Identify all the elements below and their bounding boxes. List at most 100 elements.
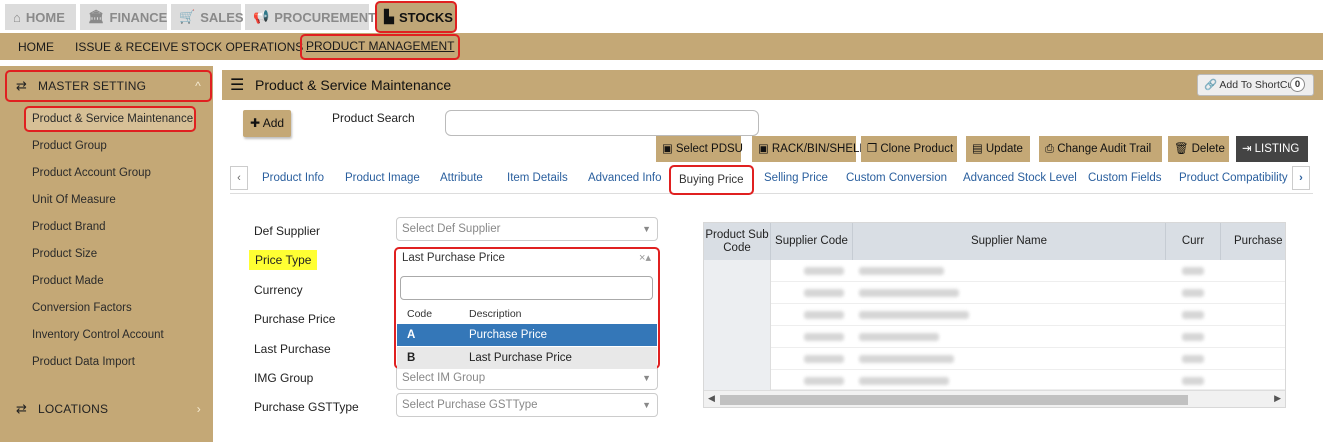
sidebar-item-inventory-control-account[interactable]: Inventory Control Account [25, 323, 195, 347]
tab-product-info[interactable]: Product Info [262, 172, 324, 184]
img-group-placeholder: Select IM Group [402, 372, 486, 384]
delete-button[interactable]: 🗑 Delete [1168, 136, 1229, 162]
box-icon: ▣ [758, 143, 769, 155]
def-supplier-select[interactable]: Select Def Supplier ▼ [396, 217, 658, 241]
table-row[interactable] [704, 370, 1285, 390]
col-product-sub-code[interactable]: Product Sub Code [704, 223, 771, 260]
tab-custom-conversion[interactable]: Custom Conversion [846, 172, 947, 184]
hamburger-icon[interactable]: ☰ [230, 75, 244, 95]
action-label: LISTING [1254, 143, 1300, 155]
purchase-gst-type-label: Purchase GSTType [254, 400, 359, 414]
grid-horizontal-scrollbar[interactable]: ◀ ▶ [704, 390, 1285, 407]
option-description: Last Purchase Price [469, 352, 572, 364]
chart-icon: ▙ [384, 9, 394, 24]
box-icon: ▣ [662, 143, 673, 155]
tab-attribute[interactable]: Attribute [440, 172, 483, 184]
sidebar-item-product-made[interactable]: Product Made [25, 269, 195, 293]
change-audit-trail-button[interactable]: ⎙ Change Audit Trail [1039, 136, 1162, 162]
module-tab-label: PROCUREMENT [274, 9, 377, 25]
sub-nav: HOME ISSUE & RECEIVE STOCK OPERATIONS PR… [0, 33, 1323, 60]
module-tab-stocks[interactable]: ▙ STOCKS [375, 1, 457, 33]
action-label: Clone Product [880, 143, 954, 155]
chevron-right-icon: › [196, 402, 201, 416]
swap-icon: ⇄ [16, 78, 28, 93]
sidebar-item-unit-of-measure[interactable]: Unit Of Measure [25, 188, 195, 212]
update-button[interactable]: ▤ Update [966, 136, 1030, 162]
subnav-home[interactable]: HOME [14, 36, 58, 58]
sidebar-item-product-group[interactable]: Product Group [25, 134, 195, 158]
module-tab-procurement[interactable]: 📢 PROCUREMENT [245, 4, 376, 30]
tab-product-compatibility[interactable]: Product Compatibility [1179, 172, 1288, 184]
tab-scroll-left-icon[interactable]: ‹ [230, 166, 248, 190]
module-tab-label: FINANCE [109, 9, 168, 25]
table-row[interactable] [704, 260, 1285, 282]
sidebar-item-product-account-group[interactable]: Product Account Group [25, 161, 195, 185]
option-code: B [407, 352, 416, 364]
subnav-issue-receive[interactable]: ISSUE & RECEIVE [71, 36, 182, 58]
dropdown-option[interactable]: A Purchase Price [397, 324, 657, 346]
col-supplier-name[interactable]: Supplier Name [853, 223, 1166, 260]
listing-button[interactable]: ⇥ LISTING [1236, 136, 1308, 162]
supplier-grid: Product Sub Code Supplier Code Supplier … [703, 222, 1286, 408]
clear-icon[interactable]: ×▴ [639, 248, 651, 268]
tab-product-image[interactable]: Product Image [345, 172, 420, 184]
table-row[interactable] [704, 304, 1285, 326]
action-label: Select PDSU [675, 143, 743, 155]
grid-header: Product Sub Code Supplier Code Supplier … [704, 223, 1285, 260]
sidebar-item-product-service-maintenance[interactable]: Product & Service Maintenance [24, 106, 196, 132]
product-search-input[interactable] [445, 110, 759, 136]
option-description: Purchase Price [469, 329, 547, 341]
rack-bin-shelf-button[interactable]: ▣ RACK/BIN/SHELF [752, 136, 866, 162]
sidebar-item-product-data-import[interactable]: Product Data Import [25, 350, 195, 374]
table-row[interactable] [704, 348, 1285, 370]
module-tab-home[interactable]: ⌂ HOME [5, 4, 76, 30]
tab-buying-price[interactable]: Buying Price [669, 165, 754, 195]
module-bar: ⌂ HOME 🏛 FINANCE 🛒 SALES 📢 PROCUREMENT ▙… [0, 0, 1323, 33]
add-button[interactable]: ✚ Add [243, 110, 291, 137]
module-tab-label: SALES [200, 9, 244, 25]
scroll-left-icon[interactable]: ◀ [708, 393, 715, 404]
price-type-dropdown: Last Purchase Price ×▴ Code Description … [394, 247, 660, 369]
caret-down-icon: ▼ [642, 373, 651, 383]
clone-product-button[interactable]: ❐ Clone Product [861, 136, 957, 162]
scroll-right-icon[interactable]: ▶ [1274, 393, 1281, 404]
purchase-gst-type-select[interactable]: Select Purchase GSTType ▼ [396, 393, 658, 417]
sidebar-section-locations[interactable]: ⇄ LOCATIONS › [6, 394, 211, 424]
dropdown-description-header: Description [469, 308, 522, 320]
sidebar-item-conversion-factors[interactable]: Conversion Factors [25, 296, 195, 320]
tab-advanced-stock-level[interactable]: Advanced Stock Level [963, 172, 1077, 184]
sidebar-item-product-size[interactable]: Product Size [25, 242, 195, 266]
tab-scroll-right-icon[interactable]: › [1292, 166, 1310, 190]
tab-advanced-info[interactable]: Advanced Info [588, 172, 662, 184]
price-type-label: Price Type [249, 250, 318, 270]
scrollbar-thumb[interactable] [720, 395, 1188, 405]
col-curr[interactable]: Curr [1166, 223, 1221, 260]
dropdown-option[interactable]: B Last Purchase Price [397, 347, 657, 369]
module-tab-sales[interactable]: 🛒 SALES [171, 4, 244, 30]
caret-down-icon: ▼ [642, 224, 651, 234]
last-purchase-label: Last Purchase [254, 342, 331, 356]
sidebar-item-product-brand[interactable]: Product Brand [25, 215, 195, 239]
table-row[interactable] [704, 282, 1285, 304]
subnav-stock-operations[interactable]: STOCK OPERATIONS [177, 36, 307, 58]
subnav-product-management[interactable]: PRODUCT MANAGEMENT [299, 34, 461, 60]
tab-selling-price[interactable]: Selling Price [764, 172, 828, 184]
tab-custom-fields[interactable]: Custom Fields [1088, 172, 1162, 184]
purchase-price-label: Purchase Price [254, 312, 336, 326]
tab-item-details[interactable]: Item Details [507, 172, 568, 184]
sidebar-section-master-setting[interactable]: ⇄ MASTER SETTING ^ [5, 70, 212, 102]
add-to-shortcut-button[interactable]: 🔗 Add To ShortCut 0 [1197, 74, 1314, 96]
img-group-select[interactable]: Select IM Group ▼ [396, 366, 658, 390]
save-icon: ▤ [972, 143, 983, 155]
price-type-search-input[interactable] [400, 276, 653, 300]
table-row[interactable] [704, 326, 1285, 348]
price-type-select[interactable]: Last Purchase Price ×▴ [395, 248, 659, 270]
select-pdsu-button[interactable]: ▣ Select PDSU [656, 136, 743, 162]
action-label: Delete [1191, 143, 1225, 155]
col-purchase-price[interactable]: Purchase P [1221, 223, 1285, 260]
col-supplier-code[interactable]: Supplier Code [771, 223, 853, 260]
img-group-label: IMG Group [254, 371, 314, 385]
module-tab-finance[interactable]: 🏛 FINANCE [80, 4, 167, 30]
price-type-value: Last Purchase Price [402, 252, 505, 264]
shortcut-label: Add To ShortCut [1219, 79, 1297, 91]
